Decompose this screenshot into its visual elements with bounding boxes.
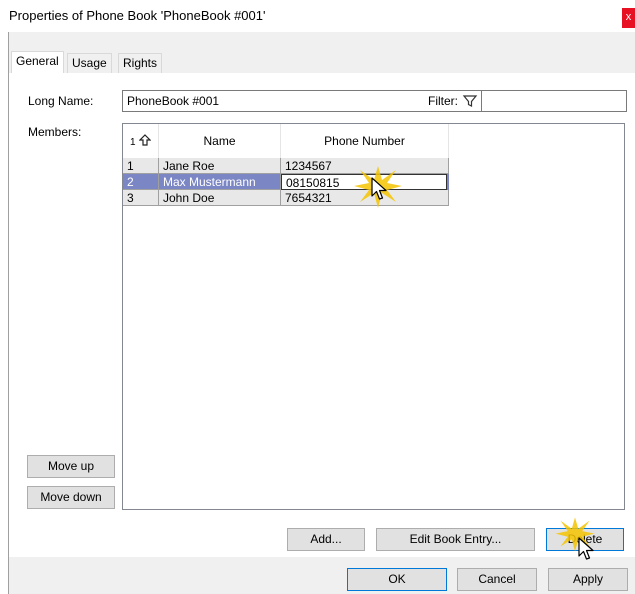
mouse-pointer-icon xyxy=(578,537,594,560)
apply-button[interactable]: Apply xyxy=(548,568,628,591)
members-label: Members: xyxy=(28,125,82,139)
row-index: 1 xyxy=(123,158,159,174)
move-down-button[interactable]: Move down xyxy=(27,486,115,509)
long-name-label: Long Name: xyxy=(28,94,94,108)
row-name: Jane Roe xyxy=(159,158,281,174)
funnel-icon[interactable] xyxy=(462,93,478,109)
column-header-name[interactable]: Name xyxy=(159,124,281,158)
add-button[interactable]: Add... xyxy=(287,528,365,551)
tab-usage[interactable]: Usage xyxy=(67,53,112,73)
tab-general[interactable]: General xyxy=(11,51,64,73)
row-name: John Doe xyxy=(159,190,281,206)
sort-up-arrow-icon xyxy=(138,134,152,146)
filter-input[interactable] xyxy=(481,90,627,112)
column-header-index[interactable]: 1 xyxy=(123,124,159,158)
window-title: Properties of Phone Book 'PhoneBook #001… xyxy=(9,8,266,23)
move-up-button[interactable]: Move up xyxy=(27,455,115,478)
row-index: 2 xyxy=(123,174,159,190)
row-index: 3 xyxy=(123,190,159,206)
cancel-button[interactable]: Cancel xyxy=(457,568,537,591)
row-name: Max Mustermann xyxy=(159,174,281,190)
column-header-phone[interactable]: Phone Number xyxy=(281,124,449,158)
edit-book-entry-button[interactable]: Edit Book Entry... xyxy=(376,528,535,551)
sort-index: 1 xyxy=(130,137,136,148)
close-button[interactable]: x xyxy=(622,8,635,28)
ok-button[interactable]: OK xyxy=(347,568,447,591)
tab-rights[interactable]: Rights xyxy=(118,53,163,73)
filter-label: Filter: xyxy=(428,94,458,108)
mouse-pointer-icon xyxy=(371,177,387,200)
